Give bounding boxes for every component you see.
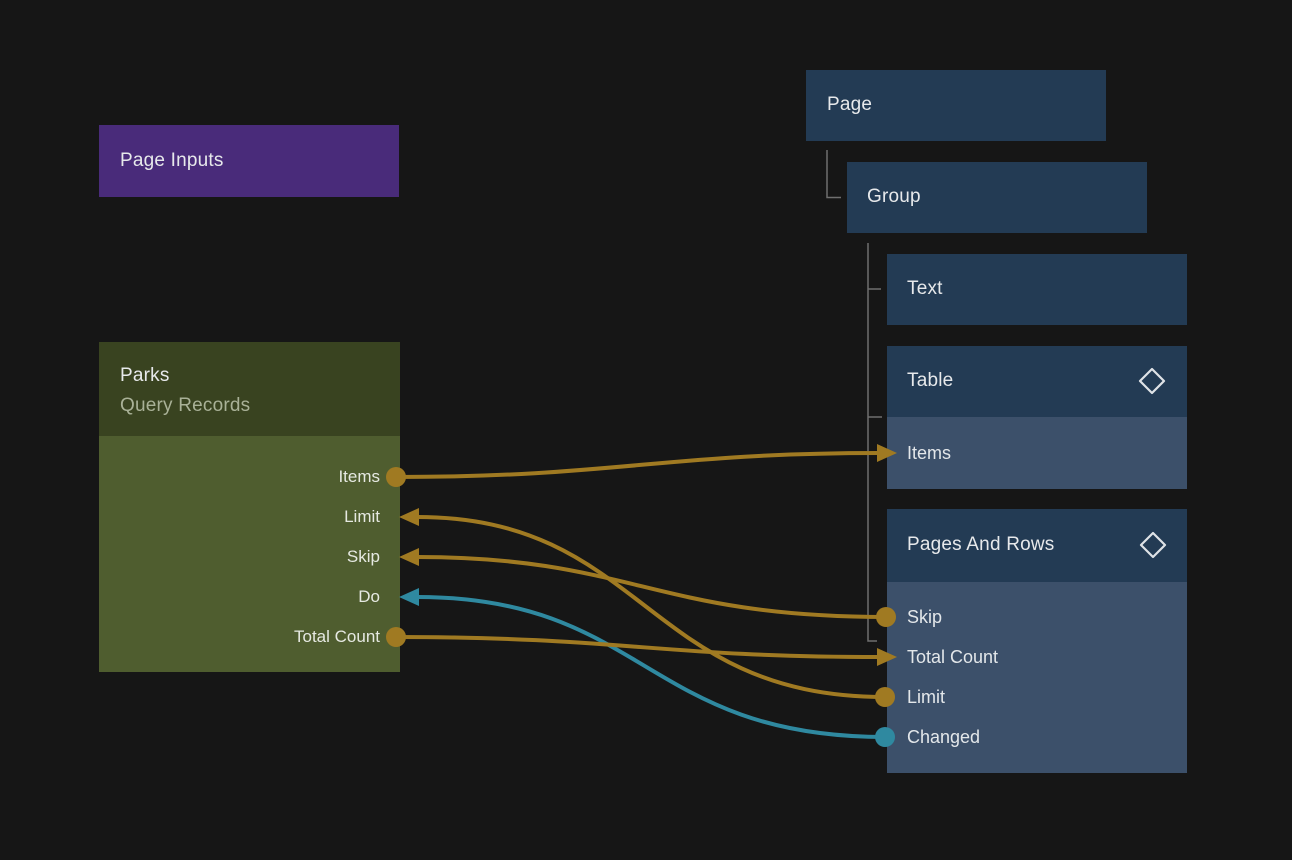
arrowhead-parks-do-input (399, 588, 419, 606)
par-row-limit[interactable]: Limit (907, 684, 945, 710)
tree-node-page[interactable]: Page (806, 70, 1106, 141)
text-title: Text (907, 276, 943, 302)
tree-connector-page-to-group (827, 150, 841, 198)
page-inputs-title: Page Inputs (120, 148, 224, 174)
pages-and-rows-title: Pages And Rows (907, 532, 1055, 558)
parks-port-do[interactable]: Do (100, 584, 380, 610)
tree-node-group[interactable]: Group (847, 162, 1147, 233)
parks-title: Parks (120, 363, 170, 389)
table-title: Table (907, 368, 953, 394)
diamond-icon (1137, 366, 1167, 396)
parks-subtitle: Query Records (120, 393, 250, 419)
diamond-icon (1138, 530, 1168, 560)
table-items-row[interactable]: Items (887, 417, 1187, 489)
parks-port-limit[interactable]: Limit (100, 504, 380, 530)
arrowhead-parks-limit-input (399, 508, 419, 526)
group-title: Group (867, 184, 921, 210)
wire-parks-totalcount-to-par-totalcount[interactable] (397, 637, 879, 657)
arrowhead-parks-skip-input (399, 548, 419, 566)
parks-port-items[interactable]: Items (100, 464, 380, 490)
table-items-row-label: Items (907, 440, 951, 466)
wire-par-limit-to-parks-limit[interactable] (417, 517, 885, 697)
par-row-changed[interactable]: Changed (907, 724, 980, 750)
wire-par-changed-to-parks-do[interactable] (417, 597, 885, 737)
tree-trunk-group-children (868, 243, 877, 641)
node-page-inputs[interactable]: Page Inputs (99, 125, 399, 197)
page-title: Page (827, 92, 872, 118)
parks-port-skip[interactable]: Skip (100, 544, 380, 570)
wire-parks-items-to-table-items[interactable] (397, 453, 879, 477)
wire-par-skip-to-parks-skip[interactable] (417, 557, 886, 617)
tree-node-text[interactable]: Text (887, 254, 1187, 325)
parks-port-total-count[interactable]: Total Count (100, 624, 380, 650)
par-row-skip[interactable]: Skip (907, 604, 942, 630)
parks-header: Parks Query Records (99, 342, 400, 436)
par-row-total-count[interactable]: Total Count (907, 644, 998, 670)
node-graph-canvas[interactable]: Page Inputs Parks Query Records Items Li… (0, 0, 1292, 860)
